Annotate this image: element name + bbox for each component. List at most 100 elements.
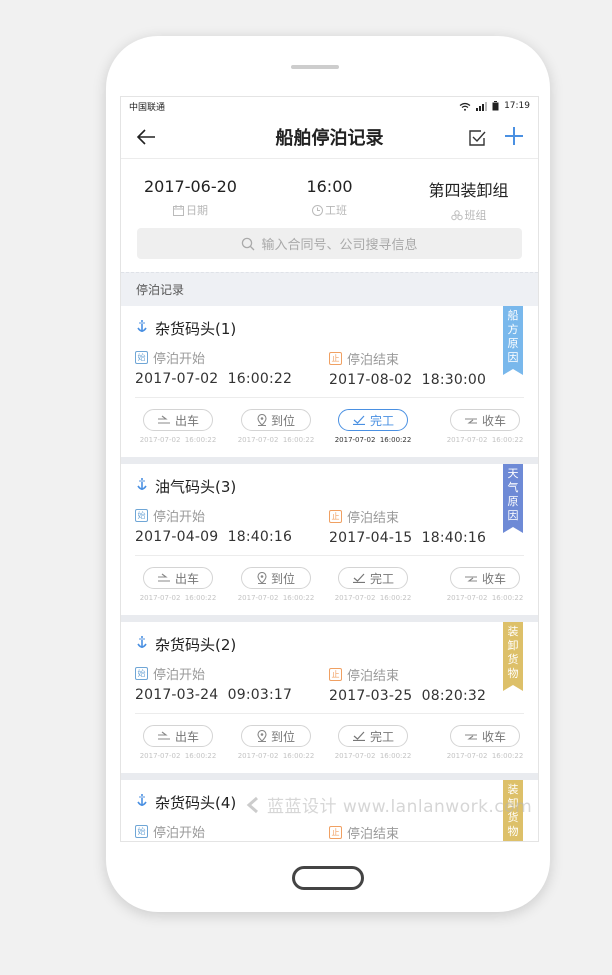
calendar-icon	[173, 204, 184, 216]
search-input[interactable]: 输入合同号、公司搜寻信息	[137, 228, 522, 259]
end-badge-icon: 止	[329, 352, 342, 365]
date-value: 2017-06-20	[144, 177, 237, 196]
date-label: 日期	[186, 204, 208, 217]
step-收车-button[interactable]: 收车	[450, 567, 520, 589]
step-time: 2017-07-02 16:00:22	[446, 594, 524, 602]
start-label: 停泊开始	[153, 352, 206, 367]
watermark: 蓝蓝设计 www.lanlanwork.com	[245, 792, 532, 817]
page-title: 船舶停泊记录	[275, 127, 384, 149]
record-title: 杂货码头(1)	[155, 320, 237, 338]
start-time: 2017-07-02 16:00:22	[135, 371, 293, 387]
step-label: 收车	[481, 729, 506, 744]
start-badge-icon: 始	[135, 825, 148, 838]
step-time: 2017-07-02 16:00:22	[334, 752, 412, 760]
start-label: 停泊开始	[153, 826, 206, 841]
watermark-text: 蓝蓝设计 www.lanlanwork.com	[267, 797, 533, 817]
step-label: 完工	[369, 571, 394, 586]
step-到位-button[interactable]: 到位	[241, 567, 311, 589]
step-label: 到位	[270, 571, 295, 586]
step-收车-button[interactable]: 收车	[450, 725, 520, 747]
record-list: 杂货码头(1) 船方原因始停泊开始止停泊结束 2017-07-02 16:00:22…	[121, 306, 538, 841]
step-time: 2017-07-02 16:00:22	[139, 436, 217, 444]
end-label: 停泊结束	[347, 669, 400, 684]
end-badge-icon: 止	[329, 826, 342, 839]
end-time: 2017-08-02 18:30:00	[329, 372, 487, 388]
step-完工-button[interactable]: 完工	[338, 725, 408, 747]
step-到位-button[interactable]: 到位	[241, 725, 311, 747]
car-out-icon	[157, 573, 171, 583]
app-screen: 中国联通 17:19 船舶停泊记录 2017-06-20 日期 16:00 工班…	[120, 96, 539, 842]
search-placeholder: 输入合同号、公司搜寻信息	[261, 238, 418, 253]
progress-step: 出车 2017-07-02 16:00:22	[139, 567, 217, 602]
battery-icon	[492, 101, 499, 111]
step-label: 出车	[174, 729, 199, 744]
start-time: 2017-03-24 09:03:17	[135, 687, 293, 703]
step-time: 2017-07-02 16:00:22	[139, 594, 217, 602]
checkbox-icon[interactable]	[468, 129, 486, 151]
date-filter[interactable]: 2017-06-20 日期	[121, 177, 260, 223]
step-time: 2017-07-02 16:00:22	[139, 752, 217, 760]
car-out-icon	[157, 731, 171, 741]
team-filter[interactable]: 第四装卸组 班组	[399, 177, 538, 223]
lanlan-logo-icon	[246, 796, 258, 813]
step-label: 出车	[174, 571, 199, 586]
signal-icon	[476, 101, 488, 111]
progress-step: 收车 2017-07-02 16:00:22	[446, 567, 524, 602]
start-label: 停泊开始	[153, 510, 206, 525]
step-完工-button[interactable]: 完工	[338, 567, 408, 589]
step-time: 2017-07-02 16:00:22	[237, 594, 315, 602]
record-card[interactable]: 杂货码头(2) 装卸货物始停泊开始 止停泊结束 2017-03-24 09:03:17…	[121, 622, 538, 773]
section-title: 停泊记录	[121, 272, 538, 306]
home-button[interactable]	[292, 866, 364, 890]
phone-speaker	[291, 65, 339, 69]
record-card[interactable]: 杂货码头(1) 船方原因始停泊开始 止停泊结束 2017-07-02 16:00:22…	[121, 306, 538, 457]
card-divider	[135, 397, 524, 398]
arrow-left-icon[interactable]	[135, 127, 157, 147]
check-icon	[352, 731, 366, 741]
record-card[interactable]: 油气码头(3) 天气原因始停泊开始 止停泊结束 2017-04-09 18:40:16…	[121, 464, 538, 615]
dock-icon	[135, 477, 149, 497]
shift-filter[interactable]: 16:00 工班	[260, 177, 399, 223]
reason-ribbon: 装卸货物	[503, 622, 523, 691]
car-return-icon	[464, 731, 478, 741]
nav-bar: 船舶停泊记录	[121, 115, 538, 159]
progress-step: 完工 2017-07-02 16:00:22	[334, 725, 412, 760]
record-title: 油气码头(3)	[155, 478, 237, 496]
end-time: 2017-03-25 08:20:32	[329, 688, 487, 704]
dock-icon	[135, 635, 149, 655]
step-收车-button[interactable]: 收车	[450, 409, 520, 431]
step-出车-button[interactable]: 出车	[143, 567, 213, 589]
end-time: 2017-04-15 18:40:16	[329, 530, 487, 546]
step-出车-button[interactable]: 出车	[143, 409, 213, 431]
step-label: 收车	[481, 571, 506, 586]
step-出车-button[interactable]: 出车	[143, 725, 213, 747]
step-label: 出车	[174, 413, 199, 428]
progress-steps: 出车 2017-07-02 16:00:22 到位 2017-07-02 16:00:…	[121, 725, 538, 765]
filter-summary: 2017-06-20 日期 16:00 工班 第四装卸组 班组	[121, 159, 538, 223]
car-return-icon	[464, 415, 478, 425]
step-label: 收车	[481, 413, 506, 428]
start-time: 2017-04-09 18:40:16	[135, 529, 293, 545]
start-badge-icon: 始	[135, 351, 148, 364]
card-separator	[121, 773, 538, 780]
step-到位-button[interactable]: 到位	[241, 409, 311, 431]
end-label: 停泊结束	[347, 511, 400, 526]
car-out-icon	[157, 415, 171, 425]
card-divider	[135, 555, 524, 556]
location-pin-icon	[257, 730, 267, 742]
reason-ribbon: 天气原因	[503, 464, 523, 533]
car-return-icon	[464, 573, 478, 583]
progress-step: 出车 2017-07-02 16:00:22	[139, 725, 217, 760]
plus-icon[interactable]	[504, 126, 524, 150]
location-pin-icon	[257, 414, 267, 426]
step-完工-button[interactable]: 完工	[338, 409, 408, 431]
reason-ribbon: 船方原因	[503, 306, 523, 375]
dock-icon	[135, 793, 149, 813]
shift-value: 16:00	[306, 177, 353, 196]
step-label: 到位	[270, 413, 295, 428]
location-pin-icon	[257, 572, 267, 584]
check-icon	[352, 573, 366, 583]
clock-label: 17:19	[504, 101, 530, 111]
dock-icon	[135, 319, 149, 339]
progress-step: 到位 2017-07-02 16:00:22	[237, 567, 315, 602]
